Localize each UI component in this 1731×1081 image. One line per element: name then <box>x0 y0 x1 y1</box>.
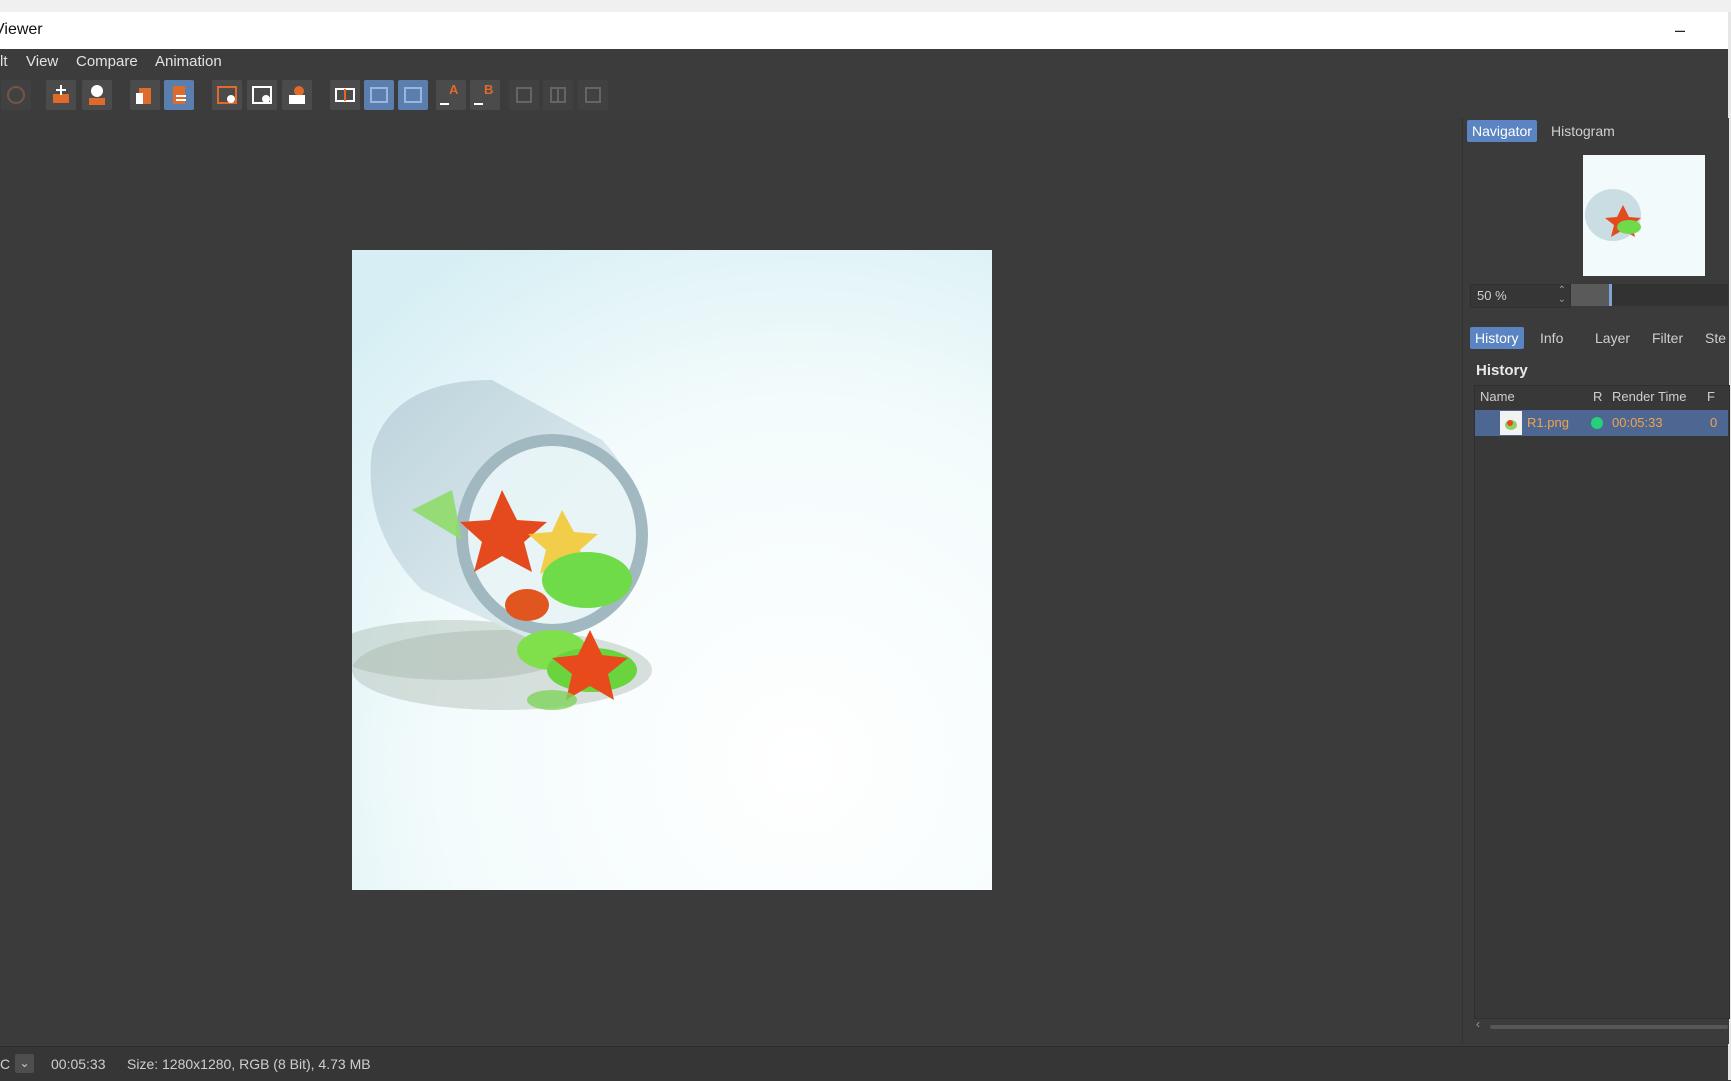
tab-info[interactable]: Info <box>1535 327 1568 349</box>
status-info: Size: 1280x1280, RGB (8 Bit), 4.73 MB <box>127 1056 371 1072</box>
status-time: 00:05:33 <box>51 1056 106 1072</box>
column-f[interactable]: F <box>1707 389 1715 404</box>
set-b-button[interactable]: B <box>470 80 500 110</box>
toolbar: A B <box>0 76 1728 116</box>
history-item-name: R1.png <box>1527 415 1569 430</box>
tab-filter[interactable]: Filter <box>1647 327 1688 349</box>
view-region-alt-icon[interactable] <box>247 80 277 110</box>
column-r[interactable]: R <box>1593 389 1602 404</box>
render-image <box>352 250 992 890</box>
stack-icon[interactable] <box>164 80 194 110</box>
title-bar: Viewer – <box>0 12 1731 49</box>
tab-history[interactable]: History <box>1470 327 1524 349</box>
ab-compare-icon[interactable] <box>330 80 360 110</box>
set-a-button[interactable]: A <box>436 80 466 110</box>
move-icon[interactable] <box>46 80 76 110</box>
swap-icon[interactable] <box>578 80 608 110</box>
tab-stereo[interactable]: Ste <box>1700 327 1731 349</box>
chevron-down-icon[interactable]: ⌄ <box>15 1054 34 1073</box>
window-title: Viewer <box>0 21 43 38</box>
export-icon[interactable] <box>130 80 160 110</box>
side-by-side-icon[interactable] <box>543 80 573 110</box>
navigator-thumbnail[interactable] <box>1583 155 1705 276</box>
layers-render-icon[interactable] <box>282 80 312 110</box>
status-left-label: C <box>0 1056 11 1072</box>
split-horizontal-icon[interactable] <box>364 80 394 110</box>
fit-icon[interactable] <box>509 80 539 110</box>
column-render-time[interactable]: Render Time <box>1612 389 1686 404</box>
status-bar: C 00:05:33 Size: 1280x1280, RGB (8 Bit),… <box>0 1046 1728 1081</box>
render-settings-icon[interactable] <box>1 80 31 110</box>
tab-navigator[interactable]: Navigator <box>1467 120 1537 142</box>
column-name[interactable]: Name <box>1480 389 1515 404</box>
zoom-slider-fill[interactable] <box>1571 284 1612 306</box>
zoom-value: 50 % <box>1477 288 1507 303</box>
view-region-icon[interactable] <box>212 80 242 110</box>
menu-compare[interactable]: Compare <box>76 53 138 70</box>
menu-bar: lt View Compare Animation <box>0 49 1728 74</box>
history-item-frame: 0 <box>1710 415 1718 430</box>
scrollbar-thumb[interactable] <box>1490 1025 1728 1029</box>
scroll-left-icon[interactable]: ‹ <box>1476 1017 1480 1031</box>
tab-histogram[interactable]: Histogram <box>1546 120 1620 142</box>
minimize-button[interactable]: – <box>1660 20 1700 42</box>
menu-view[interactable]: View <box>26 53 58 70</box>
history-heading: History <box>1476 362 1528 379</box>
split-vertical-icon[interactable] <box>398 80 428 110</box>
zoom-stepper-icon[interactable]: ⌃ ⌄ <box>1558 286 1566 305</box>
user-icon[interactable] <box>82 80 112 110</box>
history-item-render-time: 00:05:33 <box>1612 415 1663 430</box>
history-list[interactable] <box>1474 385 1730 1019</box>
zoom-field[interactable]: 50 % ⌃ ⌄ <box>1470 284 1571 308</box>
menu-edit[interactable]: lt <box>0 53 8 70</box>
menu-animation[interactable]: Animation <box>155 53 222 70</box>
tab-layer[interactable]: Layer <box>1590 327 1635 349</box>
status-dot <box>1591 417 1603 429</box>
history-thumbnail <box>1500 411 1522 435</box>
